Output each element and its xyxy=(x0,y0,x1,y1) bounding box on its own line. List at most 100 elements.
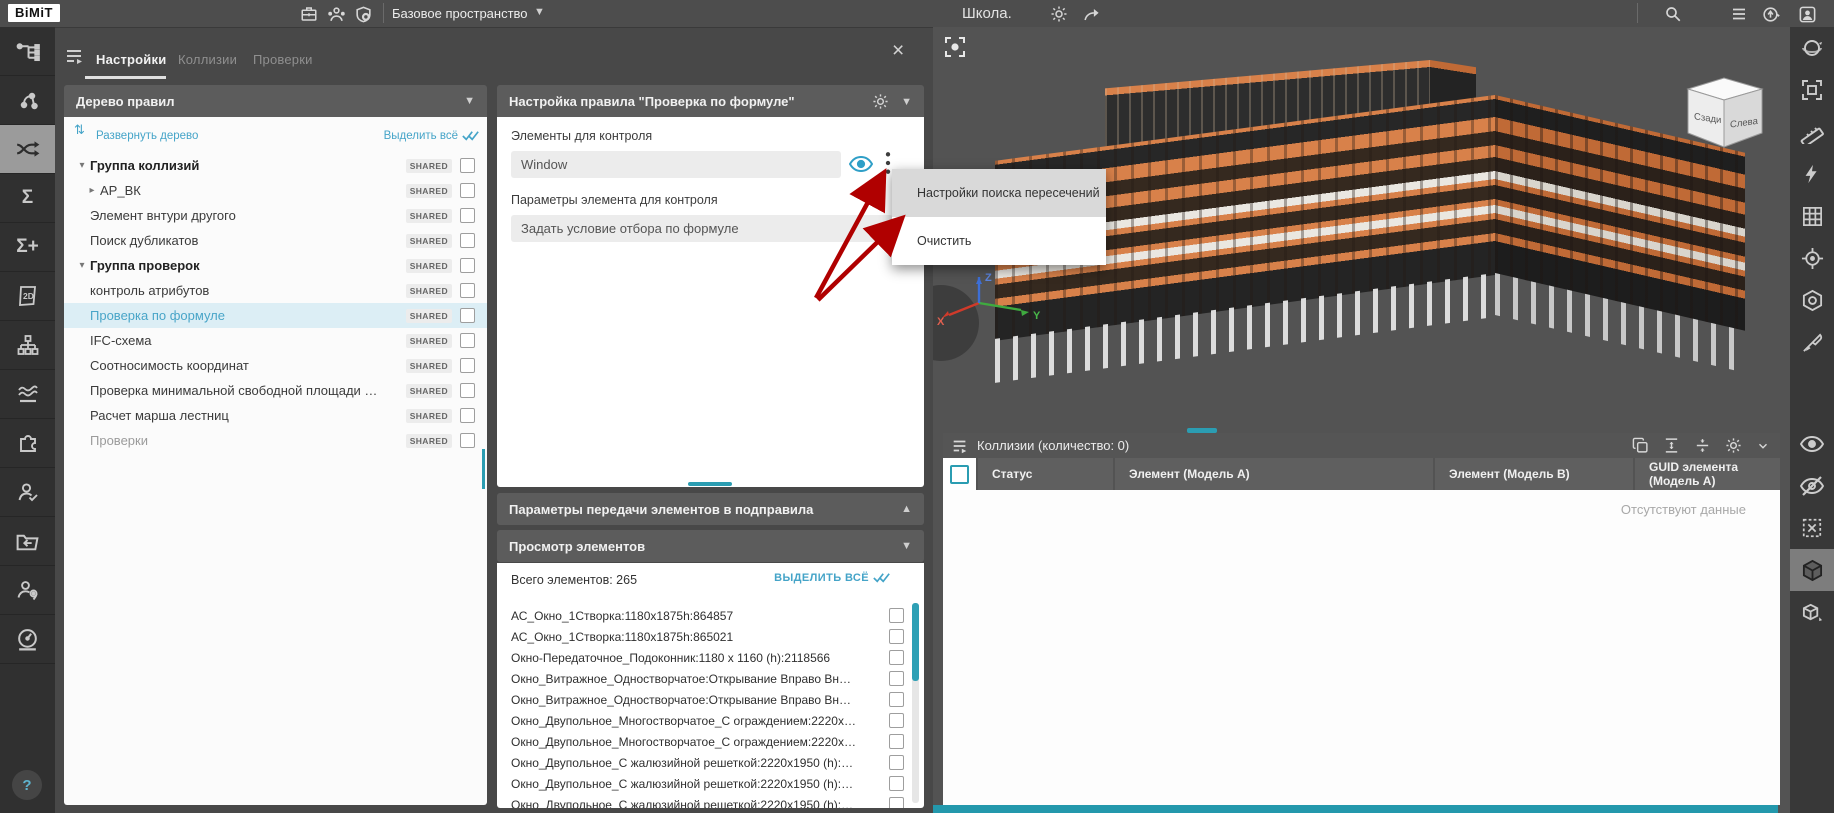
profile-icon[interactable] xyxy=(1796,3,1818,25)
panel-menu-icon[interactable] xyxy=(64,46,84,66)
tab-checks[interactable]: Проверки xyxy=(253,52,313,67)
merge-rows-icon[interactable] xyxy=(1694,437,1711,454)
tree-row-checkbox[interactable] xyxy=(460,283,475,298)
cut-knife-icon[interactable] xyxy=(1790,321,1834,363)
briefcase-icon[interactable] xyxy=(298,3,320,25)
zoom-frame-icon[interactable] xyxy=(1790,69,1834,111)
tree-row-checkbox[interactable] xyxy=(460,433,475,448)
table-settings-gear-icon[interactable] xyxy=(1725,437,1742,454)
tree-row[interactable]: ПроверкиSHARED xyxy=(64,428,487,453)
collapse-caret-icon[interactable]: ▼ xyxy=(464,95,475,107)
collision-check-icon[interactable] xyxy=(0,125,55,174)
collisions-column-header[interactable]: GUID элемента (Модель A) xyxy=(1635,458,1780,490)
tree-row[interactable]: Проверка по формулеSHARED xyxy=(64,303,487,328)
element-checkbox[interactable] xyxy=(889,713,904,728)
element-checkbox[interactable] xyxy=(889,692,904,707)
params-input[interactable]: Задать условие отбора по формуле xyxy=(511,215,893,242)
tree-row[interactable]: Соотносимость координатSHARED xyxy=(64,353,487,378)
tab-collisions[interactable]: Коллизии xyxy=(178,52,237,67)
workspace-caret-icon[interactable]: ▼ xyxy=(534,6,545,18)
panel-resize-handle[interactable] xyxy=(688,482,732,486)
element-checkbox[interactable] xyxy=(889,797,904,808)
drawing-2d-icon[interactable]: 2D xyxy=(0,272,55,321)
element-checkbox[interactable] xyxy=(889,650,904,665)
menu-item-clear[interactable]: Очистить xyxy=(892,217,1106,265)
tree-row[interactable]: Расчет марша лестницSHARED xyxy=(64,403,487,428)
rule-gear-icon[interactable] xyxy=(872,93,889,110)
element-list-item[interactable]: Окно_Двупольное_С жалюзийной решеткой:22… xyxy=(497,794,912,808)
hide-eye-icon[interactable] xyxy=(1790,465,1834,507)
element-checkbox[interactable] xyxy=(889,671,904,686)
collisions-column-header[interactable]: Элемент (Модель A) xyxy=(1115,458,1433,490)
tree-row[interactable]: Проверка минимальной свободной площади с… xyxy=(64,378,487,403)
tree-row[interactable]: Элемент внтури другогоSHARED xyxy=(64,203,487,228)
copy-rows-icon[interactable] xyxy=(1632,437,1649,454)
structure-icon[interactable] xyxy=(0,321,55,370)
sum-plus-icon[interactable]: Σ+ xyxy=(0,223,55,272)
element-checkbox[interactable] xyxy=(889,755,904,770)
help-button[interactable]: ? xyxy=(12,770,42,800)
transfer-params-header[interactable]: Параметры передачи элементов в подправил… xyxy=(497,493,924,525)
sync-icon[interactable] xyxy=(1759,3,1781,25)
show-eye-icon[interactable] xyxy=(1790,423,1834,465)
user-location-icon[interactable] xyxy=(0,566,55,615)
expand-tree-link[interactable]: Развернуть дерево xyxy=(96,130,198,142)
search-icon[interactable] xyxy=(1662,3,1684,25)
tree-row-checkbox[interactable] xyxy=(460,258,475,273)
rule-settings-header[interactable]: Настройка правила "Проверка по формуле" … xyxy=(497,85,924,118)
tree-row-checkbox[interactable] xyxy=(460,383,475,398)
element-list-item[interactable]: Окно_Двупольное_Многостворчатое_С огражд… xyxy=(497,710,912,731)
select-all-elements-link[interactable]: ВЫДЕЛИТЬ ВСЁ xyxy=(774,572,890,584)
select-all-link[interactable]: Выделить всё xyxy=(384,130,479,142)
element-checkbox[interactable] xyxy=(889,776,904,791)
transform-cube-icon[interactable] xyxy=(1790,591,1834,633)
tree-row-checkbox[interactable] xyxy=(460,333,475,348)
locate-target-icon[interactable] xyxy=(1790,237,1834,279)
element-list-item[interactable]: Окно_Витражное_Одностворчатое:Открывание… xyxy=(497,689,912,710)
element-list-item[interactable]: АС_Окно_1Створка:1180x1875h:865021 xyxy=(497,626,912,647)
collisions-resize-handle[interactable] xyxy=(1187,428,1217,433)
tree-row-checkbox[interactable] xyxy=(460,208,475,223)
tree-row-checkbox[interactable] xyxy=(460,358,475,373)
grid-box-icon[interactable] xyxy=(1790,195,1834,237)
point-branch-icon[interactable] xyxy=(0,76,55,125)
element-list-item[interactable]: Окно-Передаточное_Подоконник:1180 x 1160… xyxy=(497,647,912,668)
element-checkbox[interactable] xyxy=(889,629,904,644)
tab-settings[interactable]: Настройки xyxy=(96,52,166,67)
list-scrollbar-thumb[interactable] xyxy=(912,603,919,681)
elements-view-header[interactable]: Просмотр элементов ▼ xyxy=(497,530,924,562)
plugins-icon[interactable] xyxy=(0,419,55,468)
collisions-menu-icon[interactable] xyxy=(951,437,969,455)
sum-icon[interactable]: Σ xyxy=(0,174,55,223)
element-list-item[interactable]: Окно_Двупольное_С жалюзийной решеткой:22… xyxy=(497,773,912,794)
section-plane-icon[interactable] xyxy=(1790,279,1834,321)
element-list-item[interactable]: Окно_Витражное_Одностворчатое:Открывание… xyxy=(497,668,912,689)
element-checkbox[interactable] xyxy=(889,608,904,623)
collisions-column-header[interactable]: Элемент (Модель B) xyxy=(1435,458,1633,490)
tree-row[interactable]: контроль атрибутовSHARED xyxy=(64,278,487,303)
tree-row-checkbox[interactable] xyxy=(460,308,475,323)
elements-input[interactable]: Window xyxy=(511,151,841,178)
workspace-select[interactable]: Базовое пространство xyxy=(392,6,528,21)
tree-caret-icon[interactable]: ▾ xyxy=(74,260,90,271)
tree-row-checkbox[interactable] xyxy=(460,233,475,248)
list-menu-icon[interactable] xyxy=(1728,3,1750,25)
element-list-item[interactable]: АС_Окно_1Створка:1180x1875h:864857 xyxy=(497,605,912,626)
tree-row-checkbox[interactable] xyxy=(460,183,475,198)
user-approve-icon[interactable] xyxy=(0,468,55,517)
view-cube[interactable]: Сзади Слева xyxy=(1678,75,1770,155)
tree-caret-icon[interactable]: ▸ xyxy=(84,185,100,196)
shield-status-icon[interactable] xyxy=(352,3,374,25)
tree-caret-icon[interactable]: ▾ xyxy=(74,160,90,171)
tree-row[interactable]: ▸АР_ВКSHARED xyxy=(64,178,487,203)
eye-icon[interactable] xyxy=(849,151,873,177)
expand-caret-icon[interactable]: ▲ xyxy=(901,503,912,515)
deselect-box-icon[interactable] xyxy=(1790,507,1834,549)
rules-tree-header[interactable]: Дерево правил ▼ xyxy=(64,85,487,117)
charts-icon[interactable] xyxy=(0,370,55,419)
model-tree-icon[interactable] xyxy=(0,27,55,76)
collapse-caret-icon[interactable]: ▼ xyxy=(901,540,912,552)
tree-scrollbar-thumb[interactable] xyxy=(482,449,485,489)
import-folder-icon[interactable] xyxy=(0,517,55,566)
element-checkbox[interactable] xyxy=(889,734,904,749)
